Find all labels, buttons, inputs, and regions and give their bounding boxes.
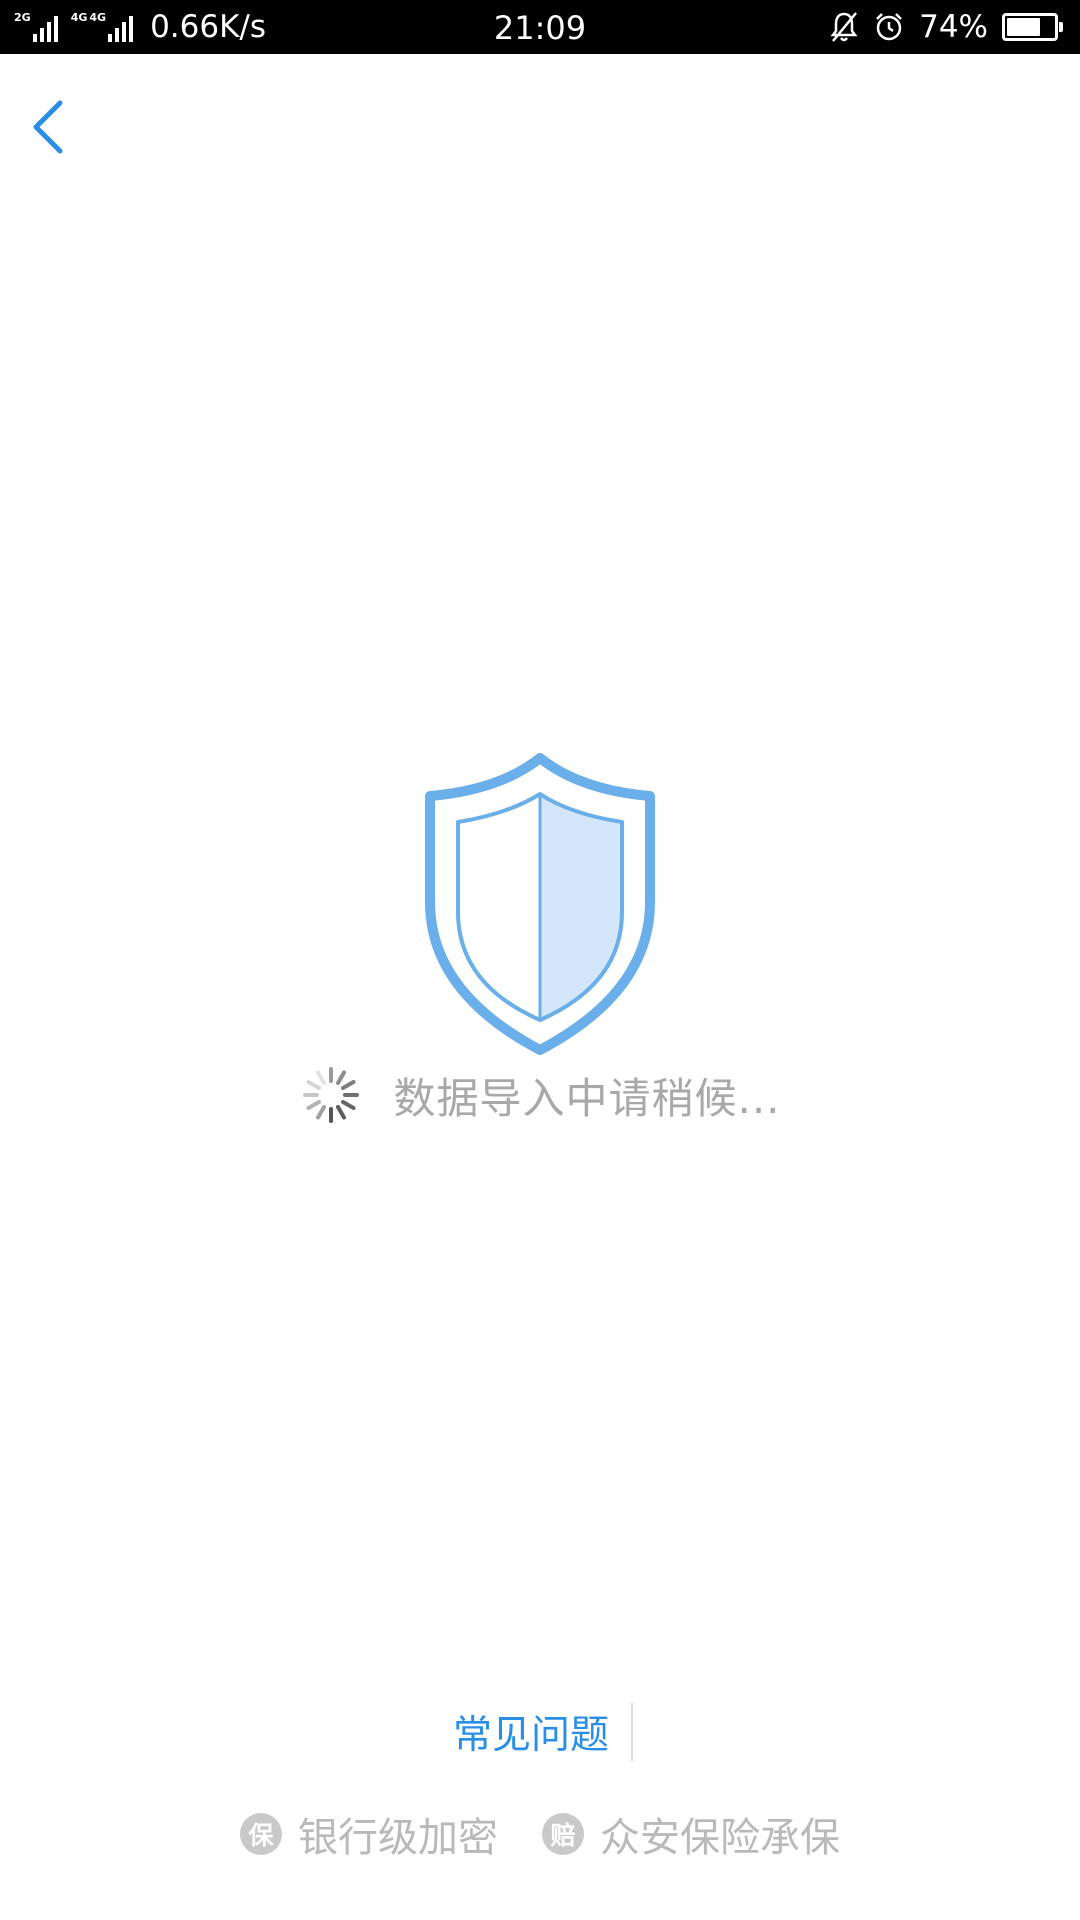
alarm-icon [876, 13, 902, 41]
battery-percent: 74% [919, 9, 988, 45]
trust-item-encryption: 保 银行级加密 [240, 1805, 498, 1863]
shield-icon [425, 753, 655, 1055]
loading-text: 数据导入中请稍候... [393, 1073, 781, 1123]
bell-muted-icon [830, 12, 858, 42]
battery-icon [1002, 13, 1063, 41]
chevron-left-icon [33, 100, 63, 154]
compensation-badge-icon: 赔 [542, 1813, 584, 1855]
trust-text: 银行级加密 [298, 1815, 498, 1861]
loading-row: 数据导入中请稍候... [0, 1060, 1080, 1130]
divider [631, 1703, 633, 1761]
spinner-icon [303, 1067, 360, 1123]
protect-badge-icon: 保 [240, 1813, 282, 1855]
battery-level [1007, 18, 1040, 36]
status-bar: 2G 4G 4G 0.66K/s 21:09 74% [0, 0, 1080, 54]
trust-row: 保 银行级加密 赔 众安保险承保 [0, 1802, 1080, 1866]
back-button[interactable] [18, 92, 78, 162]
trust-text: 众安保险承保 [600, 1815, 840, 1861]
faq-row: 常见问题 [0, 1700, 1080, 1764]
trust-item-insurance: 赔 众安保险承保 [542, 1805, 840, 1863]
faq-link[interactable]: 常见问题 [453, 1704, 609, 1760]
status-right: 74% [829, 0, 1064, 54]
